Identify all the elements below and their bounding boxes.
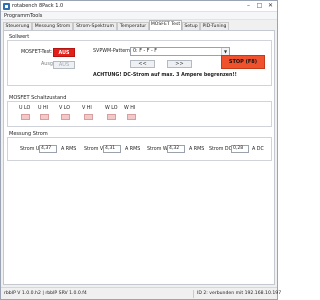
- sollwert-group: MOSFET-Test: AUS SVPWM-Pattern: 0: F - F…: [7, 40, 272, 86]
- window-title: rotabench 8Pack 1.0: [12, 3, 64, 9]
- status-separator: [193, 290, 194, 298]
- stop-button[interactable]: STOP (F8): [221, 55, 265, 69]
- led-w-lo: [107, 114, 116, 120]
- mosfet-test-label: MOSFET-Test:: [21, 50, 53, 55]
- svpwm-pattern-select[interactable]: 0: F - F - F ▼: [130, 47, 230, 56]
- status-version: rbbIP V 1.0.0.h2 | rbbIP SRV 1.0.0.f4: [4, 291, 87, 296]
- menu-bar: Programm Tools: [1, 12, 277, 20]
- label-v-hi: V HI: [82, 106, 92, 111]
- status-connection: ID 2: verbunden mit 192.168.10.197: [197, 291, 282, 296]
- strom-dc-label: Strom DC:: [209, 147, 234, 152]
- prev-pattern-button[interactable]: <<: [130, 60, 155, 68]
- tab-pid-tuning[interactable]: PID-Tuning: [200, 22, 229, 30]
- strom-dc-unit: A DC: [252, 147, 264, 152]
- maximize-button[interactable]: □: [254, 2, 265, 10]
- strom-v-label: Strom V:: [84, 147, 105, 152]
- label-u-lo: U LO: [19, 106, 31, 111]
- strom-w-label: Strom W:: [147, 147, 170, 152]
- strom-dc-value: 0,28: [231, 145, 249, 153]
- tab-messung-strom[interactable]: Messung Strom: [32, 22, 73, 30]
- svpwm-label: SVPWM-Pattern:: [93, 49, 132, 54]
- close-button[interactable]: ✕: [265, 2, 276, 10]
- strom-u-unit: A RMS: [61, 147, 77, 152]
- strom-w-unit: A RMS: [189, 147, 205, 152]
- title-bar: rotabench 8Pack 1.0 – □ ✕: [1, 1, 277, 12]
- strom-u-label: Strom U:: [20, 147, 42, 152]
- app-window: rotabench 8Pack 1.0 – □ ✕ Programm Tools…: [0, 0, 281, 300]
- chevron-down-icon: ▼: [221, 48, 229, 55]
- menu-programm[interactable]: Programm: [4, 13, 30, 19]
- label-w-hi: W HI: [124, 106, 136, 111]
- label-u-hi: U HI: [38, 106, 49, 111]
- minimize-button[interactable]: –: [243, 2, 254, 10]
- tab-steuerung[interactable]: Steuerung: [3, 22, 32, 30]
- label-w-lo: W LO: [105, 106, 118, 111]
- strom-v-unit: A RMS: [125, 147, 141, 152]
- led-v-hi: [84, 114, 93, 120]
- strom-v-value: 4,31: [103, 145, 121, 153]
- led-u-lo: [21, 114, 30, 120]
- svpwm-selected-value: 0: F - F - F: [133, 49, 158, 54]
- menu-tools[interactable]: Tools: [30, 13, 42, 19]
- led-u-hi: [40, 114, 49, 120]
- strom-u-value: 4,37: [39, 145, 57, 153]
- status-bar: rbbIP V 1.0.0.h2 | rbbIP SRV 1.0.0.f4 ID…: [1, 287, 281, 299]
- tab-strom-spektrum[interactable]: Strom-Spektrum: [73, 22, 117, 30]
- strom-w-value: 4,32: [167, 145, 185, 153]
- led-v-lo: [61, 114, 70, 120]
- led-w-hi: [127, 114, 136, 120]
- tab-setup[interactable]: Setup: [182, 22, 200, 30]
- tab-temperatur[interactable]: Temperatur: [117, 22, 149, 30]
- tab-strip: Steuerung Messung Strom Strom-Spektrum T…: [1, 20, 277, 30]
- label-v-lo: V LO: [59, 106, 71, 111]
- mosfet-test-panel: Sollwert MOSFET-Test: AUS SVPWM-Pattern:…: [3, 30, 275, 285]
- app-logo-icon: [3, 3, 10, 10]
- current-warning: ACHTUNG! DC-Strom auf max. 3 Ampere begr…: [93, 73, 237, 78]
- mosfet-test-status: AUS: [53, 48, 75, 57]
- schaltzustand-group: U LO U HI V LO V HI W LO W HI: [7, 101, 272, 127]
- tab-mosfet-test[interactable]: MOSFET Test: [149, 20, 182, 30]
- next-pattern-button[interactable]: >>: [167, 60, 192, 68]
- ausgabe-button[interactable]: AUS: [53, 61, 75, 69]
- messung-group: Strom U: 4,37 A RMS Strom V: 4,31 A RMS …: [7, 137, 272, 161]
